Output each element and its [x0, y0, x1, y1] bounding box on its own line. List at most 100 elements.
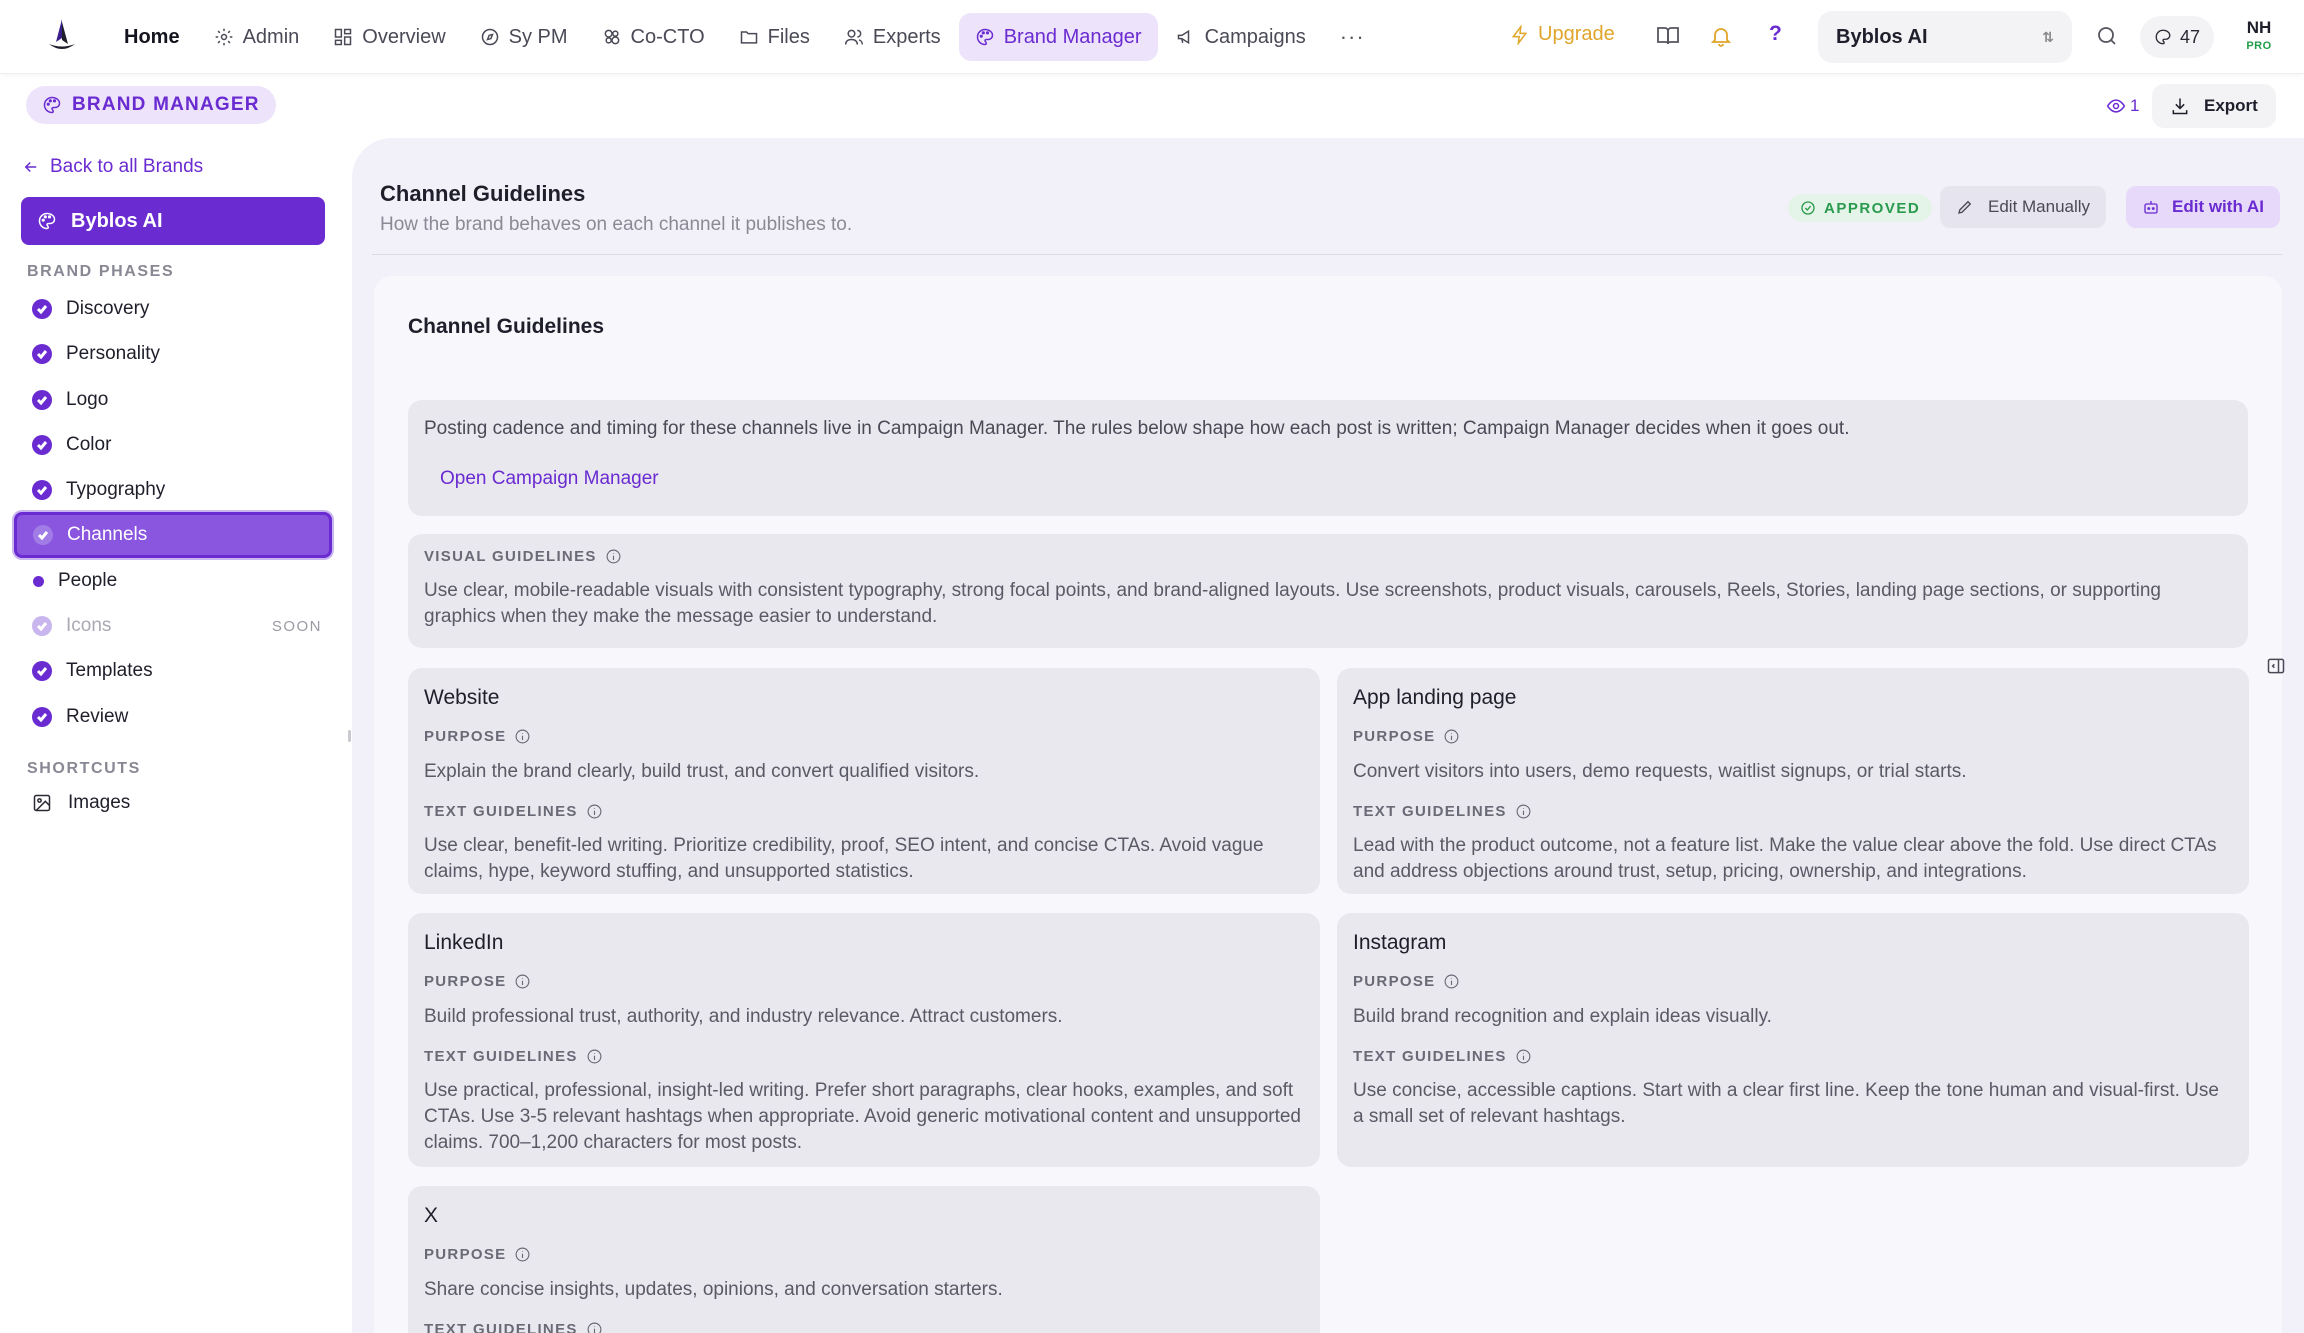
nav-overview[interactable]: Overview	[317, 13, 461, 61]
upgrade-button[interactable]: Upgrade	[1510, 23, 1615, 46]
soon-badge: SOON	[271, 617, 322, 635]
search-button[interactable]	[2095, 24, 2119, 48]
nav-experts-label: Experts	[872, 25, 941, 48]
sidebar-item-typography[interactable]: Typography	[32, 472, 322, 508]
sidebar-item-logo[interactable]: Logo	[32, 382, 322, 418]
purpose-label: PURPOSE	[424, 973, 507, 990]
nav-brand-manager-label: Brand Manager	[1003, 25, 1142, 48]
edit-manually-label: Edit Manually	[1988, 197, 2091, 216]
more-menu-button[interactable]: ···	[1324, 24, 1381, 50]
info-icon[interactable]	[586, 1048, 603, 1065]
purpose-text: Share concise insights, updates, opinion…	[424, 1279, 1003, 1300]
channel-name: LinkedIn	[424, 931, 504, 954]
purpose-heading: PURPOSE	[1353, 728, 1460, 745]
info-icon[interactable]	[1515, 1048, 1532, 1065]
dashboard-icon	[335, 28, 352, 46]
header-divider	[372, 254, 2282, 255]
channel-name: X	[424, 1204, 439, 1227]
nav-admin[interactable]: Admin	[198, 13, 316, 61]
sidebar-item-people[interactable]: People	[32, 563, 322, 599]
nav-home[interactable]: Home	[98, 13, 196, 61]
text-guidelines-heading: TEXT GUIDELINES	[424, 803, 603, 820]
back-to-brands-link[interactable]: Back to all Brands	[22, 156, 203, 178]
upgrade-label: Upgrade	[1538, 23, 1615, 45]
info-icon[interactable]	[605, 548, 622, 565]
avatar-initials: NH	[2246, 18, 2272, 37]
text-guidelines-text: Lead with the product outcome, not a fea…	[1353, 835, 2217, 882]
text-guidelines-text: Use practical, professional, insight-led…	[424, 1080, 1301, 1153]
plan-badge: PRO	[2246, 40, 2272, 52]
robot-icon	[2144, 201, 2158, 214]
channel-name: Website	[424, 686, 500, 709]
nav-cocto[interactable]: Co-CTO	[586, 13, 721, 61]
info-icon[interactable]	[1443, 973, 1460, 990]
purpose-text: Build professional trust, authority, and…	[424, 1006, 1063, 1027]
sidebar-item-label: Typography	[66, 479, 166, 500]
sidebar-item-templates[interactable]: Templates	[32, 653, 322, 689]
viewers-indicator[interactable]: 1	[2106, 96, 2139, 116]
sidebar-toggle-icon	[2267, 658, 2285, 674]
megaphone-icon	[1177, 29, 1189, 45]
current-brand-button[interactable]: Byblos AI	[21, 197, 325, 245]
credits-badge[interactable]: 47	[2140, 16, 2215, 58]
notifications-button[interactable]	[1709, 24, 1733, 48]
sidebar-resize-handle[interactable]	[348, 730, 351, 742]
sidebar-item-label: Templates	[66, 660, 153, 681]
info-icon[interactable]	[586, 803, 603, 820]
workspace-selector[interactable]: Byblos AI ⇅	[1818, 11, 2072, 63]
page-title: Channel Guidelines	[380, 181, 586, 206]
campaign-info-text: Posting cadence and timing for these cha…	[424, 418, 1850, 439]
nav-files[interactable]: Files	[723, 13, 826, 61]
user-avatar[interactable]: NH PRO	[2242, 18, 2276, 52]
palette-icon	[2155, 29, 2171, 45]
lightning-icon	[1511, 24, 1528, 45]
text-guidelines-text: Use concise, accessible captions. Start …	[1353, 1080, 2219, 1127]
sidebar-item-color[interactable]: Color	[32, 427, 322, 463]
open-campaign-manager-link[interactable]: Open Campaign Manager	[440, 468, 659, 490]
sidebar-item-label: Personality	[66, 343, 160, 364]
text-guidelines-label: TEXT GUIDELINES	[1353, 803, 1507, 820]
nav-campaigns[interactable]: Campaigns	[1160, 13, 1322, 61]
check-circle-icon	[32, 299, 52, 319]
cpu-icon	[604, 29, 619, 45]
edit-with-ai-label: Edit with AI	[2172, 197, 2264, 216]
credits-count: 47	[2180, 26, 2201, 47]
edit-manually-button[interactable]: Edit Manually	[1940, 186, 2107, 228]
nav-brand-manager[interactable]: Brand Manager	[958, 13, 1158, 61]
export-button[interactable]: Export	[2152, 84, 2276, 128]
sidebar-item-label: People	[58, 570, 118, 591]
palette-icon	[976, 28, 993, 46]
text-guidelines-label: TEXT GUIDELINES	[424, 803, 578, 820]
campaign-info-box: Posting cadence and timing for these cha…	[408, 400, 2248, 516]
sidebar-item-personality[interactable]: Personality	[32, 336, 322, 372]
sidebar-item-discovery[interactable]: Discovery	[32, 291, 322, 327]
sidebar-item-review[interactable]: Review	[32, 699, 322, 735]
sidebar-item-channels[interactable]: Channels	[14, 512, 332, 558]
nav-sypm[interactable]: Sy PM	[464, 13, 584, 61]
image-icon	[33, 794, 51, 812]
check-circle-icon	[32, 616, 52, 636]
help-button[interactable]: ?	[1769, 22, 1782, 46]
info-icon[interactable]	[514, 1246, 531, 1263]
eye-icon	[2106, 99, 2126, 113]
info-icon[interactable]	[514, 973, 531, 990]
info-icon[interactable]	[514, 728, 531, 745]
nav-experts[interactable]: Experts	[828, 13, 957, 61]
info-icon[interactable]	[1515, 803, 1532, 820]
panel-toggle-button[interactable]	[2266, 656, 2286, 676]
purpose-heading: PURPOSE	[424, 1246, 531, 1263]
channel-card-instagram: Instagram PURPOSE Build brand recognitio…	[1337, 913, 2249, 1167]
download-icon	[2172, 98, 2188, 115]
sidebar-item-icons: Icons SOON	[32, 608, 322, 644]
sidebar-item-label: Icons	[66, 615, 112, 636]
visual-guidelines-box: VISUAL GUIDELINES Use clear, mobile-read…	[408, 534, 2248, 648]
visual-guidelines-text: Use clear, mobile-readable visuals with …	[424, 580, 2161, 627]
info-icon[interactable]	[1443, 728, 1460, 745]
status-label: APPROVED	[1824, 199, 1921, 217]
docs-button[interactable]	[1656, 24, 1680, 48]
check-circle-icon	[1801, 201, 1815, 215]
edit-with-ai-button[interactable]: Edit with AI	[2126, 186, 2280, 228]
info-icon[interactable]	[586, 1321, 603, 1333]
folder-icon	[740, 31, 757, 44]
shortcut-images[interactable]: Images	[32, 792, 130, 814]
